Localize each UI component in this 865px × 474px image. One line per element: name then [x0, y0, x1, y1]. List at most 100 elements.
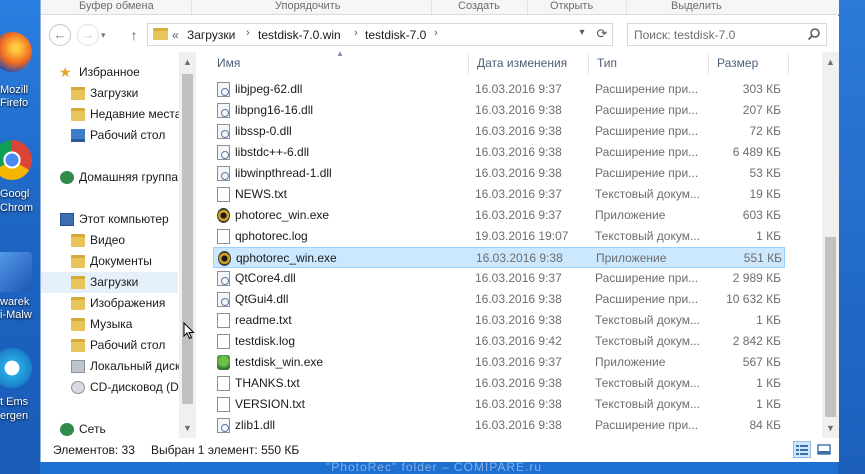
file-date: 19.03.2016 19:07: [475, 229, 569, 243]
nav-desktop[interactable]: Рабочий стол: [41, 125, 178, 146]
file-type: Расширение при...: [595, 292, 699, 306]
file-name: QtGui4.dll: [235, 292, 289, 306]
file-list-scrollbar[interactable]: ▲ ▼: [822, 52, 839, 438]
file-name: NEWS.txt: [235, 187, 288, 201]
back-button[interactable]: ←: [49, 24, 71, 46]
scroll-up-arrow-icon[interactable]: ▲: [179, 54, 196, 70]
file-type: Расширение при...: [595, 124, 699, 138]
file-row[interactable]: VERSION.txt 16.03.2016 9:38 Текстовый доку…: [213, 394, 785, 415]
text-file-icon: [217, 313, 230, 328]
large-icons-view-button[interactable]: [815, 441, 833, 458]
application-icon: [217, 208, 230, 223]
file-type: Расширение при...: [595, 166, 699, 180]
file-row[interactable]: THANKS.txt 16.03.2016 9:38 Текстовый докум…: [213, 373, 785, 394]
file-row[interactable]: libpng16-16.dll 16.03.2016 9:38 Расширение…: [213, 100, 785, 121]
file-row[interactable]: libjpeg-62.dll 16.03.2016 9:37 Расширение …: [213, 79, 785, 100]
desktop-shortcut-label: Googl: [0, 188, 30, 200]
file-row-selected[interactable]: qphotorec_win.exe 16.03.2016 9:38 Приложен…: [213, 247, 785, 268]
details-view-button[interactable]: [793, 441, 811, 458]
file-name: qphotorec.log: [235, 229, 308, 243]
computer-icon: [60, 213, 74, 226]
nav-recent-places[interactable]: Недавние места: [41, 104, 181, 125]
address-dropdown-icon[interactable]: ▾: [575, 27, 589, 38]
nav-homegroup[interactable]: Домашняя группа: [41, 167, 178, 188]
breadcrumb-item[interactable]: testdisk-7.0: [365, 28, 426, 42]
file-name: libwinpthread-1.dll: [235, 166, 332, 180]
file-date: 16.03.2016 9:37: [475, 82, 562, 96]
file-row[interactable]: NEWS.txt 16.03.2016 9:37 Текстовый докум..…: [213, 184, 785, 205]
search-icon[interactable]: [807, 27, 821, 41]
column-header-date[interactable]: Дата изменения: [477, 56, 567, 70]
nav-scrollbar-thumb[interactable]: [182, 74, 193, 404]
breadcrumb-overflow[interactable]: «: [172, 28, 179, 42]
homegroup-icon: [60, 171, 74, 184]
nav-item-label: Видео: [90, 233, 126, 247]
desktop-shortcut-label: Firefo: [0, 97, 29, 109]
nav-pane-scrollbar[interactable]: ▲ ▼: [179, 52, 196, 438]
text-file-icon: [217, 229, 230, 244]
file-date: 16.03.2016 9:37: [475, 208, 562, 222]
file-size: 72 КБ: [749, 124, 781, 138]
up-button[interactable]: ↑: [127, 26, 141, 44]
forward-button[interactable]: →: [77, 24, 99, 46]
nav-item-label: Этот компьютер: [79, 212, 169, 226]
nav-pictures[interactable]: Изображения: [41, 293, 178, 314]
nav-favorites[interactable]: ★ Избранное: [41, 62, 178, 83]
file-type: Текстовый докум...: [595, 376, 700, 390]
file-list-scrollbar-thumb[interactable]: [825, 237, 836, 417]
nav-downloads-pc[interactable]: Загрузки: [41, 272, 178, 293]
column-header-name[interactable]: Имя: [217, 56, 240, 70]
scroll-down-arrow-icon[interactable]: ▼: [179, 420, 196, 436]
file-row[interactable]: photorec_win.exe 16.03.2016 9:37 Приложени…: [213, 205, 785, 226]
nav-local-disk[interactable]: Локальный диск: [41, 356, 180, 377]
file-row[interactable]: QtCore4.dll 16.03.2016 9:37 Расширение при…: [213, 268, 785, 289]
file-row[interactable]: zlib1.dll 16.03.2016 9:38 Расширение при..…: [213, 415, 785, 436]
search-box[interactable]: [627, 23, 827, 46]
file-date: 16.03.2016 9:38: [475, 376, 562, 390]
nav-desktop-pc[interactable]: Рабочий стол: [41, 335, 178, 356]
file-type: Текстовый докум...: [595, 187, 700, 201]
breadcrumb-separator-icon[interactable]: ›: [434, 27, 438, 39]
folder-icon: [71, 297, 85, 310]
address-bar[interactable]: « Загрузки › testdisk-7.0.win › testdisk…: [147, 23, 613, 46]
nav-music[interactable]: Музыка: [41, 314, 178, 335]
file-type: Расширение при...: [595, 103, 699, 117]
file-row[interactable]: libstdc++-6.dll 16.03.2016 9:38 Расширение…: [213, 142, 785, 163]
nav-network[interactable]: Сеть: [41, 419, 178, 438]
folder-icon: [71, 255, 85, 268]
file-date: 16.03.2016 9:37: [475, 355, 562, 369]
breadcrumb-item[interactable]: testdisk-7.0.win: [258, 28, 341, 42]
back-arrow-icon: ←: [53, 27, 67, 42]
refresh-icon[interactable]: ⟳: [594, 26, 610, 42]
breadcrumb-separator-icon[interactable]: ›: [246, 27, 250, 39]
breadcrumb-separator-icon[interactable]: ›: [354, 27, 358, 39]
column-header-type[interactable]: Тип: [597, 56, 617, 70]
scroll-up-arrow-icon[interactable]: ▲: [822, 54, 839, 70]
file-row[interactable]: QtGui4.dll 16.03.2016 9:38 Расширение при.…: [213, 289, 785, 310]
file-row[interactable]: libssp-0.dll 16.03.2016 9:38 Расширение пр…: [213, 121, 785, 142]
column-header-size[interactable]: Размер: [717, 56, 758, 70]
status-bar: Элементов: 33 Выбран 1 элемент: 550 КБ: [41, 438, 839, 462]
nav-this-pc[interactable]: Этот компьютер: [41, 209, 178, 230]
selection-info: Выбран 1 элемент: 550 КБ: [151, 443, 300, 457]
nav-cd-drive[interactable]: CD-дисковод (D:: [41, 377, 182, 398]
recent-locations-chevron-icon[interactable]: ▾: [101, 30, 106, 41]
file-row[interactable]: libwinpthread-1.dll 16.03.2016 9:38 Расшир…: [213, 163, 785, 184]
nav-downloads[interactable]: Загрузки: [41, 83, 178, 104]
file-row[interactable]: testdisk.log 16.03.2016 9:42 Текстовый док…: [213, 331, 785, 352]
scroll-down-arrow-icon[interactable]: ▼: [822, 420, 839, 436]
watermark: "PhotoRec" folder – COMIPARE.ru: [326, 460, 543, 474]
breadcrumb-item[interactable]: Загрузки: [187, 28, 235, 42]
desktop-shortcut-label: warek: [0, 296, 30, 308]
nav-videos[interactable]: Видео: [41, 230, 178, 251]
nav-item-label: Загрузки: [90, 275, 139, 289]
search-input[interactable]: [634, 27, 804, 43]
file-name: VERSION.txt: [235, 397, 306, 411]
file-type: Приложение: [595, 208, 666, 222]
file-row[interactable]: readme.txt 16.03.2016 9:38 Текстовый докум…: [213, 310, 785, 331]
file-size: 603 КБ: [742, 208, 781, 222]
folder-icon: [71, 234, 85, 247]
file-row[interactable]: testdisk_win.exe 16.03.2016 9:37 Приложени…: [213, 352, 785, 373]
file-row[interactable]: qphotorec.log 19.03.2016 19:07 Текстовый д…: [213, 226, 785, 247]
nav-documents[interactable]: Документы: [41, 251, 178, 272]
